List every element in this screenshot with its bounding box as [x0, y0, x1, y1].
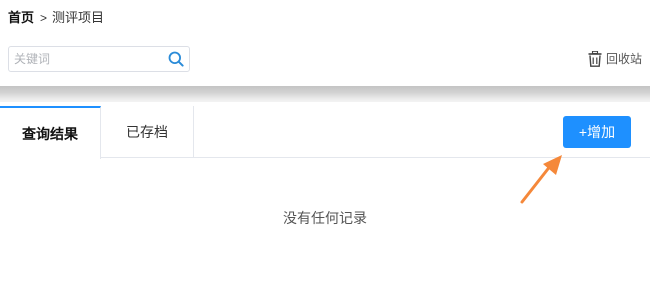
recycle-bin-label: 回收站 [605, 52, 642, 66]
recycle-bin-button[interactable]: 回收站 [588, 50, 642, 67]
tab-query-results[interactable]: 查询结果 [0, 106, 101, 159]
tab-bar: 查询结果 已存档 +增加 [0, 106, 650, 159]
search-box [8, 46, 190, 72]
page: 首页 > 测评项目 回收站 查询结果 已存档 + [0, 0, 650, 300]
trash-icon [588, 50, 602, 67]
breadcrumb: 首页 > 测评项目 [8, 10, 104, 26]
results-panel: 查询结果 已存档 +增加 没有任何记录 [0, 106, 650, 300]
search-input[interactable] [9, 47, 159, 71]
add-button[interactable]: +增加 [563, 116, 631, 148]
breadcrumb-current: 测评项目 [52, 10, 105, 25]
breadcrumb-separator: > [40, 11, 48, 25]
breadcrumb-home[interactable]: 首页 [8, 10, 34, 26]
section-divider [0, 86, 650, 102]
empty-message: 没有任何记录 [283, 210, 367, 226]
search-icon[interactable] [166, 49, 186, 69]
tab-archived[interactable]: 已存档 [101, 106, 194, 158]
